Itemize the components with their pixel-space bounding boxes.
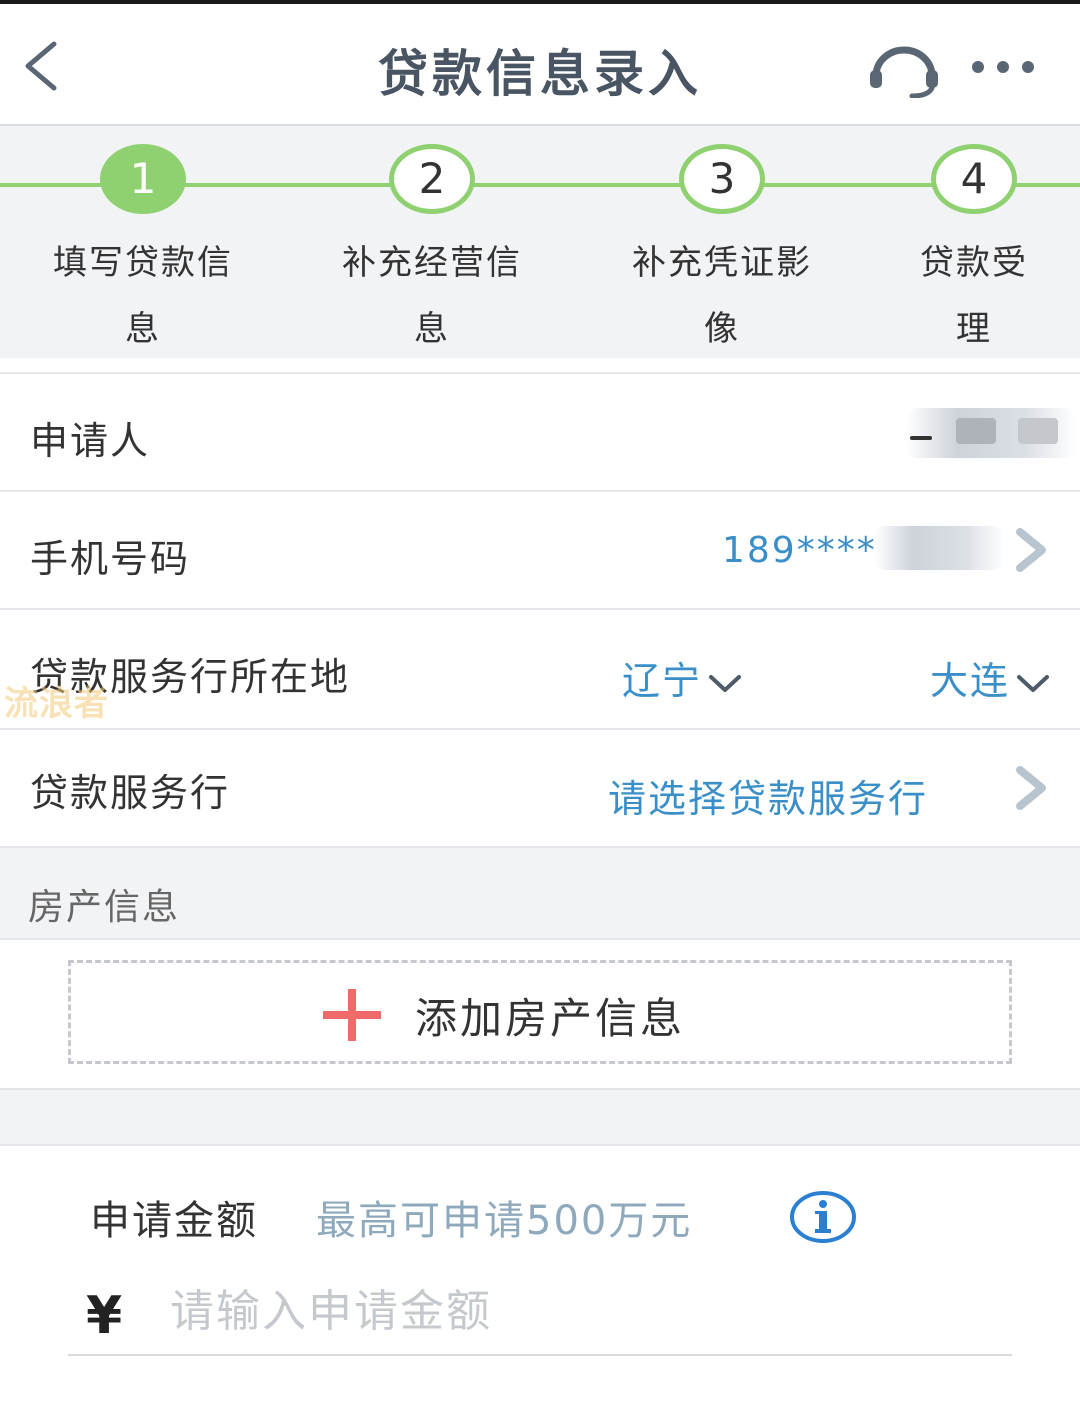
step-1-circle: 1: [100, 144, 186, 214]
province-select[interactable]: 辽宁: [622, 650, 742, 705]
step-3-label: 补充凭证影 像: [632, 243, 812, 349]
bank-row[interactable]: 贷款服务行 请选择贷款服务行: [0, 730, 1080, 848]
phone-value-redacted: [874, 526, 1004, 570]
more-horizontal-icon[interactable]: [968, 50, 1038, 84]
step-2-circle: 2: [389, 144, 475, 214]
location-row: 贷款服务行所在地 辽宁 大连: [0, 610, 1080, 730]
add-property-button[interactable]: 添加房产信息: [68, 960, 1012, 1064]
step-2: 2 补充经营信 息: [317, 144, 547, 362]
step-4-circle: 4: [931, 144, 1017, 214]
applicant-redacted-block-2: [1018, 418, 1058, 444]
amount-input[interactable]: [170, 1278, 1012, 1344]
nav-bar: 贷款信息录入: [0, 4, 1080, 126]
add-property-label: 添加房产信息: [415, 994, 686, 1043]
step-2-label: 补充经营信 息: [342, 243, 522, 349]
chevron-right-icon: [1012, 528, 1052, 572]
bank-placeholder: 请选择贷款服务行: [608, 777, 929, 821]
headset-icon[interactable]: [866, 42, 942, 99]
plus-icon: [321, 987, 383, 1043]
province-value: 辽宁: [622, 659, 703, 703]
chevron-down-icon: [709, 674, 742, 692]
bank-label: 贷款服务行: [30, 771, 231, 815]
applicant-redacted-block: [956, 418, 996, 444]
step-3-circle: 3: [679, 144, 765, 214]
amount-hint: 最高可申请500万元: [316, 1198, 693, 1244]
step-4: 4 贷款受 理: [859, 144, 1080, 362]
chevron-right-icon: [1012, 766, 1052, 810]
step-3: 3 补充凭证影 像: [607, 144, 837, 362]
watermark: 流浪者: [4, 684, 109, 724]
city-select[interactable]: 大连: [930, 650, 1050, 705]
step-4-label: 贷款受 理: [920, 243, 1028, 349]
step-1: 1 填写贷款信 息: [28, 144, 258, 362]
amount-label: 申请金额: [90, 1198, 258, 1244]
phone-label: 手机号码: [30, 537, 191, 581]
phone-row[interactable]: 手机号码 189****: [0, 492, 1080, 610]
info-icon[interactable]: [788, 1190, 858, 1244]
step-1-label: 填写贷款信 息: [53, 243, 233, 349]
phone-value: 189****: [722, 530, 877, 571]
applicant-label: 申请人: [30, 419, 151, 463]
section-spacer: [0, 1090, 1080, 1146]
applicant-row: 申请人: [0, 372, 1080, 492]
progress-steps: 1 填写贷款信 息 2 补充经营信 息 3 补充凭证影 像 4 贷款受 理: [0, 126, 1080, 358]
city-value: 大连: [930, 659, 1011, 703]
currency-symbol: ¥: [86, 1286, 123, 1346]
applicant-redacted-mark: [910, 436, 932, 440]
amount-underline: [68, 1354, 1012, 1356]
property-section-header: 房产信息: [0, 848, 1080, 938]
property-section-title: 房产信息: [28, 887, 181, 928]
chevron-down-icon: [1017, 674, 1050, 692]
